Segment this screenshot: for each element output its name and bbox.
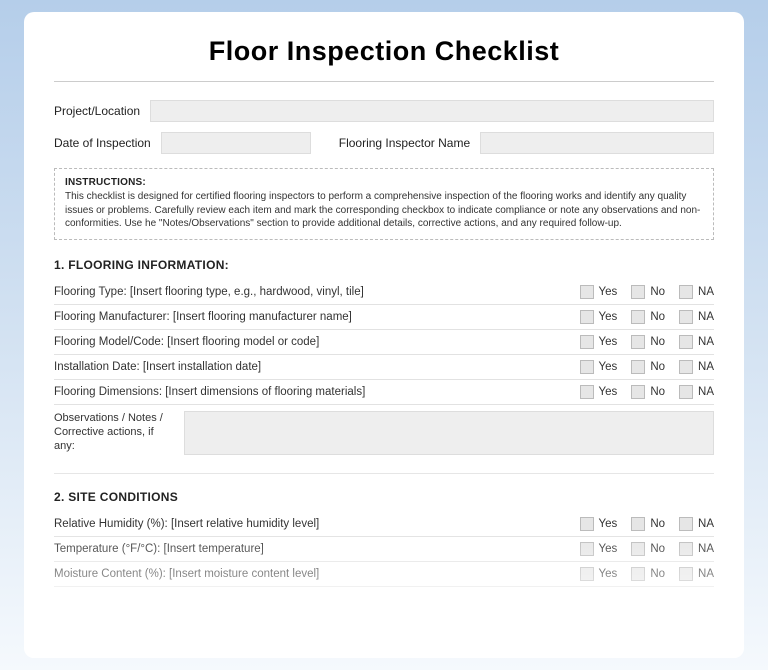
divider xyxy=(54,81,714,82)
check-na[interactable]: NA xyxy=(679,310,714,324)
checkbox-icon xyxy=(580,567,594,581)
project-row: Project/Location xyxy=(54,100,714,122)
checkbox-icon xyxy=(580,385,594,399)
checkbox-icon xyxy=(631,360,645,374)
check-no[interactable]: No xyxy=(631,285,665,299)
checkbox-icon xyxy=(679,385,693,399)
item-label: Flooring Manufacturer: [Insert flooring … xyxy=(54,311,570,323)
checklist-item: Relative Humidity (%): [Insert relative … xyxy=(54,512,714,537)
item-label: Temperature (°F/°C): [Insert temperature… xyxy=(54,543,570,555)
item-label: Installation Date: [Insert installation … xyxy=(54,361,570,373)
instructions-box: INSTRUCTIONS: This checklist is designed… xyxy=(54,168,714,240)
item-label: Flooring Model/Code: [Insert flooring mo… xyxy=(54,336,570,348)
checklist-item: Installation Date: [Insert installation … xyxy=(54,355,714,380)
project-label: Project/Location xyxy=(54,104,140,118)
checkbox-icon xyxy=(631,567,645,581)
checkbox-icon xyxy=(580,360,594,374)
divider xyxy=(54,473,714,474)
checkbox-icon xyxy=(580,542,594,556)
inspector-label: Flooring Inspector Name xyxy=(339,136,470,150)
check-na[interactable]: NA xyxy=(679,542,714,556)
check-yes[interactable]: Yes xyxy=(580,567,618,581)
check-group: Yes No NA xyxy=(570,385,714,399)
check-yes[interactable]: Yes xyxy=(580,385,618,399)
checkbox-icon xyxy=(631,335,645,349)
check-yes[interactable]: Yes xyxy=(580,310,618,324)
instructions-heading: INSTRUCTIONS: xyxy=(65,177,703,188)
check-yes[interactable]: Yes xyxy=(580,542,618,556)
checkbox-icon xyxy=(679,542,693,556)
checkbox-icon xyxy=(679,285,693,299)
check-group: Yes No NA xyxy=(570,335,714,349)
check-yes[interactable]: Yes xyxy=(580,517,618,531)
checkbox-icon xyxy=(580,310,594,324)
checkbox-icon xyxy=(679,517,693,531)
checkbox-icon xyxy=(631,310,645,324)
check-na[interactable]: NA xyxy=(679,517,714,531)
page-title: Floor Inspection Checklist xyxy=(54,36,714,67)
checklist-item: Flooring Type: [Insert flooring type, e.… xyxy=(54,280,714,305)
check-no[interactable]: No xyxy=(631,310,665,324)
check-na[interactable]: NA xyxy=(679,567,714,581)
checkbox-icon xyxy=(631,385,645,399)
check-na[interactable]: NA xyxy=(679,335,714,349)
document-page: Floor Inspection Checklist Project/Locat… xyxy=(24,12,744,658)
checkbox-icon xyxy=(631,542,645,556)
check-na[interactable]: NA xyxy=(679,385,714,399)
checklist-item: Moisture Content (%): [Insert moisture c… xyxy=(54,562,714,587)
date-input[interactable] xyxy=(161,132,311,154)
check-group: Yes No NA xyxy=(570,360,714,374)
checkbox-icon xyxy=(679,567,693,581)
notes-label: Observations / Notes / Corrective action… xyxy=(54,411,174,454)
check-na[interactable]: NA xyxy=(679,360,714,374)
section1-heading: 1. FLOORING INFORMATION: xyxy=(54,258,714,272)
check-group: Yes No NA xyxy=(570,285,714,299)
item-label: Flooring Dimensions: [Insert dimensions … xyxy=(54,386,570,398)
check-na[interactable]: NA xyxy=(679,285,714,299)
checklist-item: Flooring Dimensions: [Insert dimensions … xyxy=(54,380,714,405)
check-group: Yes No NA xyxy=(570,310,714,324)
date-label: Date of Inspection xyxy=(54,136,151,150)
check-no[interactable]: No xyxy=(631,567,665,581)
check-no[interactable]: No xyxy=(631,542,665,556)
checklist-item: Temperature (°F/°C): [Insert temperature… xyxy=(54,537,714,562)
check-no[interactable]: No xyxy=(631,360,665,374)
notes-input[interactable] xyxy=(184,411,714,455)
notes-row: Observations / Notes / Corrective action… xyxy=(54,411,714,455)
checkbox-icon xyxy=(631,285,645,299)
check-group: Yes No NA xyxy=(570,517,714,531)
section2-heading: 2. SITE CONDITIONS xyxy=(54,490,714,504)
checkbox-icon xyxy=(679,360,693,374)
item-label: Relative Humidity (%): [Insert relative … xyxy=(54,518,570,530)
checkbox-icon xyxy=(679,310,693,324)
checkbox-icon xyxy=(679,335,693,349)
instructions-body: This checklist is designed for certified… xyxy=(65,190,703,231)
check-no[interactable]: No xyxy=(631,385,665,399)
checklist-item: Flooring Model/Code: [Insert flooring mo… xyxy=(54,330,714,355)
check-yes[interactable]: Yes xyxy=(580,360,618,374)
item-label: Moisture Content (%): [Insert moisture c… xyxy=(54,568,570,580)
check-yes[interactable]: Yes xyxy=(580,335,618,349)
item-label: Flooring Type: [Insert flooring type, e.… xyxy=(54,286,570,298)
check-no[interactable]: No xyxy=(631,335,665,349)
check-no[interactable]: No xyxy=(631,517,665,531)
checkbox-icon xyxy=(580,285,594,299)
checkbox-icon xyxy=(631,517,645,531)
inspector-input[interactable] xyxy=(480,132,714,154)
check-group: Yes No NA xyxy=(570,567,714,581)
checkbox-icon xyxy=(580,335,594,349)
project-input[interactable] xyxy=(150,100,714,122)
check-yes[interactable]: Yes xyxy=(580,285,618,299)
date-inspector-row: Date of Inspection Flooring Inspector Na… xyxy=(54,132,714,154)
checklist-item: Flooring Manufacturer: [Insert flooring … xyxy=(54,305,714,330)
checkbox-icon xyxy=(580,517,594,531)
check-group: Yes No NA xyxy=(570,542,714,556)
